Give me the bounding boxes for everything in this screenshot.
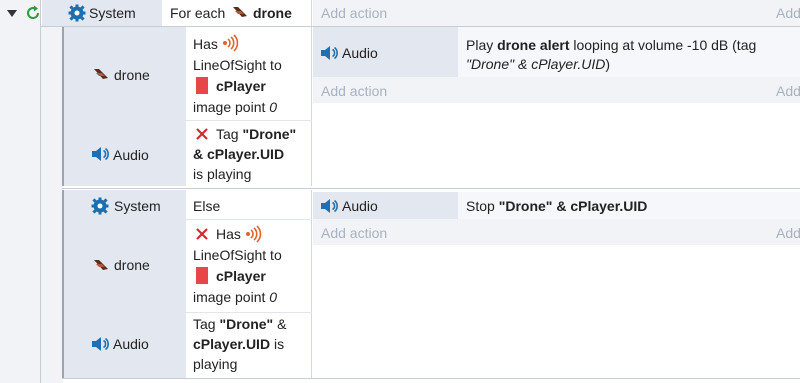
- sub1-cond1-target: cPlayer: [216, 78, 266, 94]
- sub2-cond3-line2: cPlayer.UID is: [193, 336, 285, 352]
- sub1-cond1-image-point: image point 0: [193, 99, 278, 115]
- sub1-cond1-object: drone: [114, 67, 150, 83]
- drone-icon: [93, 258, 109, 275]
- event-body-bg: [41, 26, 63, 383]
- sub2-cond1-text: Else: [193, 198, 221, 214]
- sub1-action-line2: "Drone" & cPlayer.UID): [466, 56, 611, 72]
- sub2-action-text: Stop "Drone" & cPlayer.UID: [466, 198, 648, 214]
- add-action-link-right[interactable]: Add: [776, 3, 800, 23]
- sub2-cond2-object: drone: [114, 257, 150, 273]
- sub1-cond2-line2: & cPlayer.UID: [193, 146, 285, 162]
- event-gutter: [0, 0, 40, 383]
- collapse-arrow-icon[interactable]: [6, 6, 18, 22]
- event-object-label: System: [89, 5, 136, 21]
- sub2-cond3-object: Audio: [113, 336, 149, 352]
- player-icon: [196, 267, 208, 284]
- speaker-icon: [320, 45, 338, 64]
- condition-prefix: For each: [170, 5, 226, 21]
- add-action-link-right[interactable]: Add: [776, 81, 800, 101]
- invert-x-icon: [195, 227, 209, 244]
- invert-x-icon: [195, 127, 209, 144]
- sub2-cond2-image-point: image point 0: [193, 289, 278, 305]
- sub1-cond2-line3: is playing: [193, 166, 252, 182]
- sub2-cond2-target: cPlayer: [216, 268, 266, 284]
- sub1-action-line1: Play drone alert looping at volume -10 d…: [466, 37, 757, 53]
- sub2-cond3-line3: playing: [193, 356, 238, 372]
- drone-icon: [232, 5, 248, 22]
- drone-icon: [93, 67, 109, 84]
- speaker-icon: [320, 198, 338, 217]
- sub1-action-object: Audio: [342, 45, 378, 61]
- speaker-icon: [91, 146, 109, 165]
- bottom-divider: [62, 378, 800, 379]
- sub1-cond2-line1: Tag "Drone": [216, 126, 297, 142]
- gear-icon: [91, 197, 109, 218]
- sub1-cond2-object: Audio: [113, 147, 149, 163]
- add-action-link-right[interactable]: Add: [776, 223, 800, 243]
- sub2-action-object: Audio: [342, 198, 378, 214]
- add-action-link[interactable]: Add action: [321, 223, 387, 243]
- condition-object-name: drone: [253, 5, 292, 21]
- add-action-link[interactable]: Add action: [321, 3, 387, 23]
- sub2-cond3-line1: Tag "Drone" &: [193, 316, 287, 332]
- speaker-icon: [91, 336, 109, 355]
- loop-icon: [24, 4, 42, 25]
- gear-icon: [68, 4, 86, 25]
- sub2-cond1-object: System: [114, 198, 161, 214]
- sub2-cond2-has: Has: [216, 226, 241, 242]
- sub1-cond1-has: Has: [193, 36, 218, 52]
- sound-wave-icon: [222, 34, 240, 55]
- player-icon: [196, 77, 208, 94]
- sub-event-divider: [62, 188, 800, 189]
- sub1-cond1-los: LineOfSight to: [193, 57, 282, 73]
- add-action-link[interactable]: Add action: [321, 81, 387, 101]
- sub2-cond2-los: LineOfSight to: [193, 247, 282, 263]
- sound-wave-icon: [245, 225, 263, 246]
